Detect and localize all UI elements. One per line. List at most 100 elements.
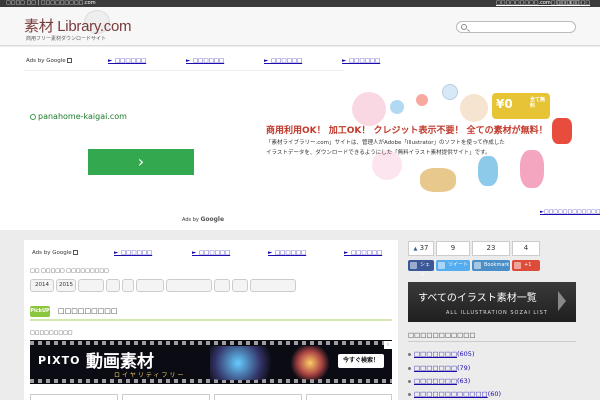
banner-title: すべてのイラスト素材一覧 xyxy=(418,293,537,304)
section-label: □□□□□□□□□ xyxy=(30,330,73,336)
ad-visual xyxy=(290,346,330,380)
bookmark-label: Bookmark xyxy=(484,262,510,268)
search-input[interactable] xyxy=(456,21,576,33)
pixto-headline: 動画素材 xyxy=(86,352,154,372)
sidebar-divider xyxy=(408,341,576,342)
gplus-button[interactable]: +1 xyxy=(512,260,540,271)
decor-dog xyxy=(420,168,456,192)
pixto-ad-banner[interactable]: PIXTO 動画素材 ロイヤリティフリー 今すぐ検索！ xyxy=(30,340,392,384)
pixto-search-button[interactable]: 今すぐ検索！ xyxy=(338,354,384,368)
category-label: □□□□□□□ xyxy=(414,364,457,372)
hatena-count: 23 xyxy=(472,241,510,256)
filter-pill[interactable] xyxy=(214,279,230,292)
main-ad-link-3[interactable]: ►_□□□□□□ xyxy=(268,250,306,256)
pickup-title: □□□□□□□□□ xyxy=(58,307,118,315)
ads-by-google-main[interactable]: Ads by Google xyxy=(32,250,78,256)
sidebar-category-item[interactable]: □□□□□□□(63) xyxy=(408,377,470,385)
facebook-like-count[interactable]: ▲ 37 xyxy=(408,241,434,256)
ad-url[interactable]: panahome-kaigai.com xyxy=(30,112,127,121)
twitter-icon xyxy=(438,262,445,269)
gplus-icon xyxy=(514,262,521,269)
decor-balloon xyxy=(390,100,404,114)
ads-by-google-footer[interactable]: Ads by Google xyxy=(182,216,224,223)
ads-by-label: Ads by Google xyxy=(26,58,66,64)
tweet-label: ツイート xyxy=(448,262,469,268)
price-note: 全て無料 xyxy=(530,97,546,109)
sidebar-category-item[interactable]: □□□□□□□□□□□□(60) xyxy=(408,390,501,398)
globe-icon xyxy=(30,114,36,120)
main-ad-link-1[interactable]: ►_□□□□□□ xyxy=(114,250,152,256)
bookmark-icon xyxy=(474,262,481,269)
category-count: (605) xyxy=(457,350,475,358)
google-brand: Google xyxy=(200,216,225,223)
main-ad-link-2[interactable]: ►_□□□□□□ xyxy=(192,250,230,256)
year-pill-2014[interactable]: 2014 xyxy=(30,279,54,292)
all-illustrations-banner[interactable]: すべてのイラスト素材一覧 ALL ILLUSTRATION SOZAI LIST xyxy=(408,282,576,322)
decor-balloon xyxy=(416,94,428,106)
film-strip xyxy=(30,341,392,345)
share-label: シェア xyxy=(420,262,431,279)
filter-pill[interactable] xyxy=(78,279,104,292)
content-card[interactable] xyxy=(122,394,210,400)
thumbs-up-icon: ▲ xyxy=(413,246,418,252)
decor-child xyxy=(478,156,498,186)
top-bar-link-2[interactable]: □□□□□□□ xyxy=(557,0,590,7)
pixto-logo: PIXTO xyxy=(38,354,81,367)
external-link-icon xyxy=(66,58,72,63)
filter-pill[interactable] xyxy=(106,279,120,292)
ad-link-2[interactable]: ►_□□□□□□ xyxy=(186,58,224,64)
site-logo[interactable]: 素材 Library.com xyxy=(24,15,132,36)
sidebar-section-title: □□□□□□□□□□□ xyxy=(408,331,476,339)
tweet-count: 9 xyxy=(436,241,470,256)
category-label: □□□□□□□ xyxy=(414,350,457,358)
category-count: (79) xyxy=(457,364,471,372)
ads-by-google-top[interactable]: Ads by Google xyxy=(26,58,72,64)
pickup-divider xyxy=(30,319,392,321)
bullet-icon xyxy=(408,366,411,370)
bullet-icon xyxy=(408,379,411,383)
facebook-share-button[interactable]: シェア xyxy=(408,260,434,279)
banner-subtitle: ALL ILLUSTRATION SOZAI LIST xyxy=(446,310,548,316)
facebook-icon xyxy=(410,262,417,269)
ad-link-3[interactable]: ►_□□□□□□ xyxy=(264,58,302,64)
bullet-icon xyxy=(408,392,411,396)
adchoices-icon[interactable]: i xyxy=(384,341,392,349)
pickup-badge: PickUP xyxy=(30,306,50,317)
filter-pill[interactable] xyxy=(166,279,212,292)
pixto-subline: ロイヤリティフリー xyxy=(114,372,186,379)
decor-balloon xyxy=(460,94,488,122)
filter-pill[interactable] xyxy=(136,279,164,292)
ad-divider xyxy=(24,70,344,71)
search-icon[interactable] xyxy=(461,24,467,30)
top-bar: □□□□ □□ | □□□□□□□□□.com □□□□□□□□□.com□□□… xyxy=(0,0,600,7)
year-pill-2015[interactable]: 2015 xyxy=(56,279,76,292)
gplus-count: 4 xyxy=(512,241,540,256)
filter-pill[interactable] xyxy=(122,279,134,292)
ad-visual xyxy=(210,346,280,380)
ad-link-4[interactable]: ►_□□□□□□ xyxy=(342,58,380,64)
bullet-icon xyxy=(408,352,411,356)
ad-arrow-button[interactable]: › xyxy=(88,149,194,175)
category-count: (60) xyxy=(487,390,502,398)
ad-link-1[interactable]: ►_□□□□□□ xyxy=(108,58,146,64)
sidebar-category-item[interactable]: □□□□□□□(605) xyxy=(408,350,474,358)
content-card[interactable] xyxy=(214,394,302,400)
external-link-icon xyxy=(72,250,78,255)
site-tagline: 商用フリー素材ダウンロードサイト xyxy=(26,36,107,42)
filter-pill[interactable] xyxy=(250,279,296,292)
hero-more-link[interactable]: ►□□□□□□□□□□□□ xyxy=(540,209,600,215)
free-price-tag: ¥0 全て無料 xyxy=(492,93,550,119)
main-ad-link-4[interactable]: ►_□□□□□□ xyxy=(344,250,382,256)
category-label: □□□□□□□□□□□□ xyxy=(414,390,488,398)
tweet-button[interactable]: ツイート xyxy=(436,260,470,271)
site-header: 素材 Library.com 商用フリー素材ダウンロードサイト xyxy=(0,7,600,46)
sidebar-category-item[interactable]: □□□□□□□(79) xyxy=(408,364,470,372)
hatena-bookmark-button[interactable]: Bookmark xyxy=(472,260,510,271)
filter-pill[interactable] xyxy=(232,279,248,292)
content-card[interactable] xyxy=(306,394,392,400)
category-label: □□□□□□□ xyxy=(414,377,457,385)
price-text: ¥0 xyxy=(496,97,513,111)
decor-balloon xyxy=(352,92,386,126)
content-card[interactable] xyxy=(30,394,118,400)
hero-desc-line-1: 「素材ライブラリー.com」サイトは、管理人がAdobe「Illustrator… xyxy=(266,140,505,146)
